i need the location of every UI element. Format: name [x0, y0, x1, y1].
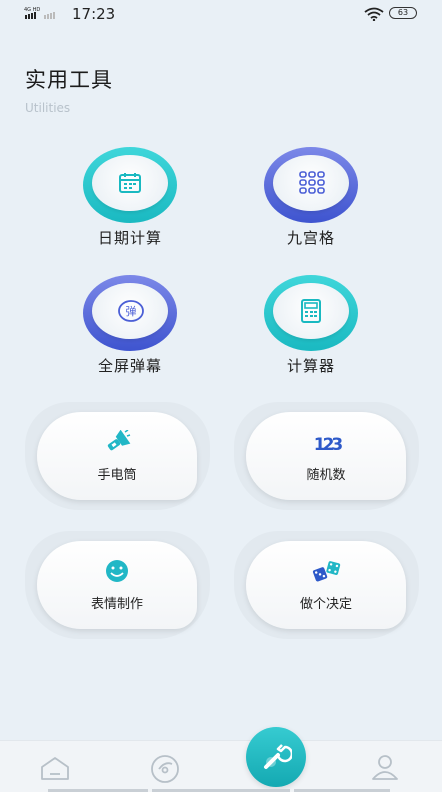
tool-make-decision[interactable]: 做个决定	[246, 541, 406, 629]
tool-label: 表情制作	[90, 597, 143, 612]
random-number-icon: 123	[314, 435, 342, 454]
profile-icon	[372, 755, 398, 780]
flashlight-icon	[107, 430, 131, 451]
tool-label: 日期计算	[97, 229, 162, 247]
nav-home[interactable]	[38, 753, 74, 783]
tool-label: 计算器	[286, 357, 335, 375]
card-frame: 手电筒	[25, 402, 210, 510]
tool-ring	[264, 275, 358, 351]
compass-icon	[151, 755, 179, 783]
emoji-icon	[106, 560, 128, 582]
tool-label: 随机数	[306, 468, 346, 483]
tool-label: 做个决定	[299, 597, 352, 612]
tool-label: 手电筒	[97, 468, 137, 483]
grid-icon	[299, 171, 325, 194]
tool-ring	[83, 147, 177, 223]
status-time: 17:23	[72, 5, 116, 23]
calculator-icon	[301, 299, 321, 323]
tool-nine-grid[interactable]: 九宫格	[251, 147, 371, 257]
tools-icon	[264, 744, 292, 769]
calendar-icon	[119, 173, 141, 193]
card-frame: 表情制作	[25, 531, 210, 639]
wifi-icon	[364, 7, 384, 21]
card-frame: 123 随机数	[234, 402, 419, 510]
dice-icon	[312, 561, 341, 582]
page-title: 实用工具	[25, 68, 113, 92]
tool-emoji-maker[interactable]: 表情制作	[37, 541, 197, 629]
tool-label: 九宫格	[286, 229, 335, 247]
tool-calculator[interactable]: 计算器	[251, 275, 371, 385]
random-number-glyph: 123	[314, 435, 342, 454]
page-subtitle: Utilities	[25, 101, 71, 115]
bottom-nav	[0, 727, 442, 792]
svg-text:4G HD: 4G HD	[24, 7, 40, 13]
tool-ring: 弹	[83, 275, 177, 351]
status-bar: 4G HD 17:23 63	[0, 0, 442, 28]
home-icon	[41, 757, 69, 780]
tool-random-number[interactable]: 123 随机数	[246, 412, 406, 500]
tool-date-calculation[interactable]: 日期计算	[70, 147, 190, 257]
card-frame: 做个决定	[234, 531, 419, 639]
nav-profile[interactable]	[368, 753, 404, 783]
signal-icon: 4G HD	[24, 7, 55, 19]
tool-flashlight[interactable]: 手电筒	[37, 412, 197, 500]
battery-indicator: 63	[389, 7, 417, 19]
tool-label: 全屏弹幕	[97, 357, 162, 375]
tool-ring	[264, 147, 358, 223]
nav-tools[interactable]	[246, 727, 306, 787]
nav-discover[interactable]	[148, 753, 184, 783]
bullet-comment-icon: 弹	[118, 300, 144, 322]
bullet-comment-glyph: 弹	[126, 304, 137, 318]
tool-fullscreen-barrage[interactable]: 弹 全屏弹幕	[70, 275, 190, 385]
